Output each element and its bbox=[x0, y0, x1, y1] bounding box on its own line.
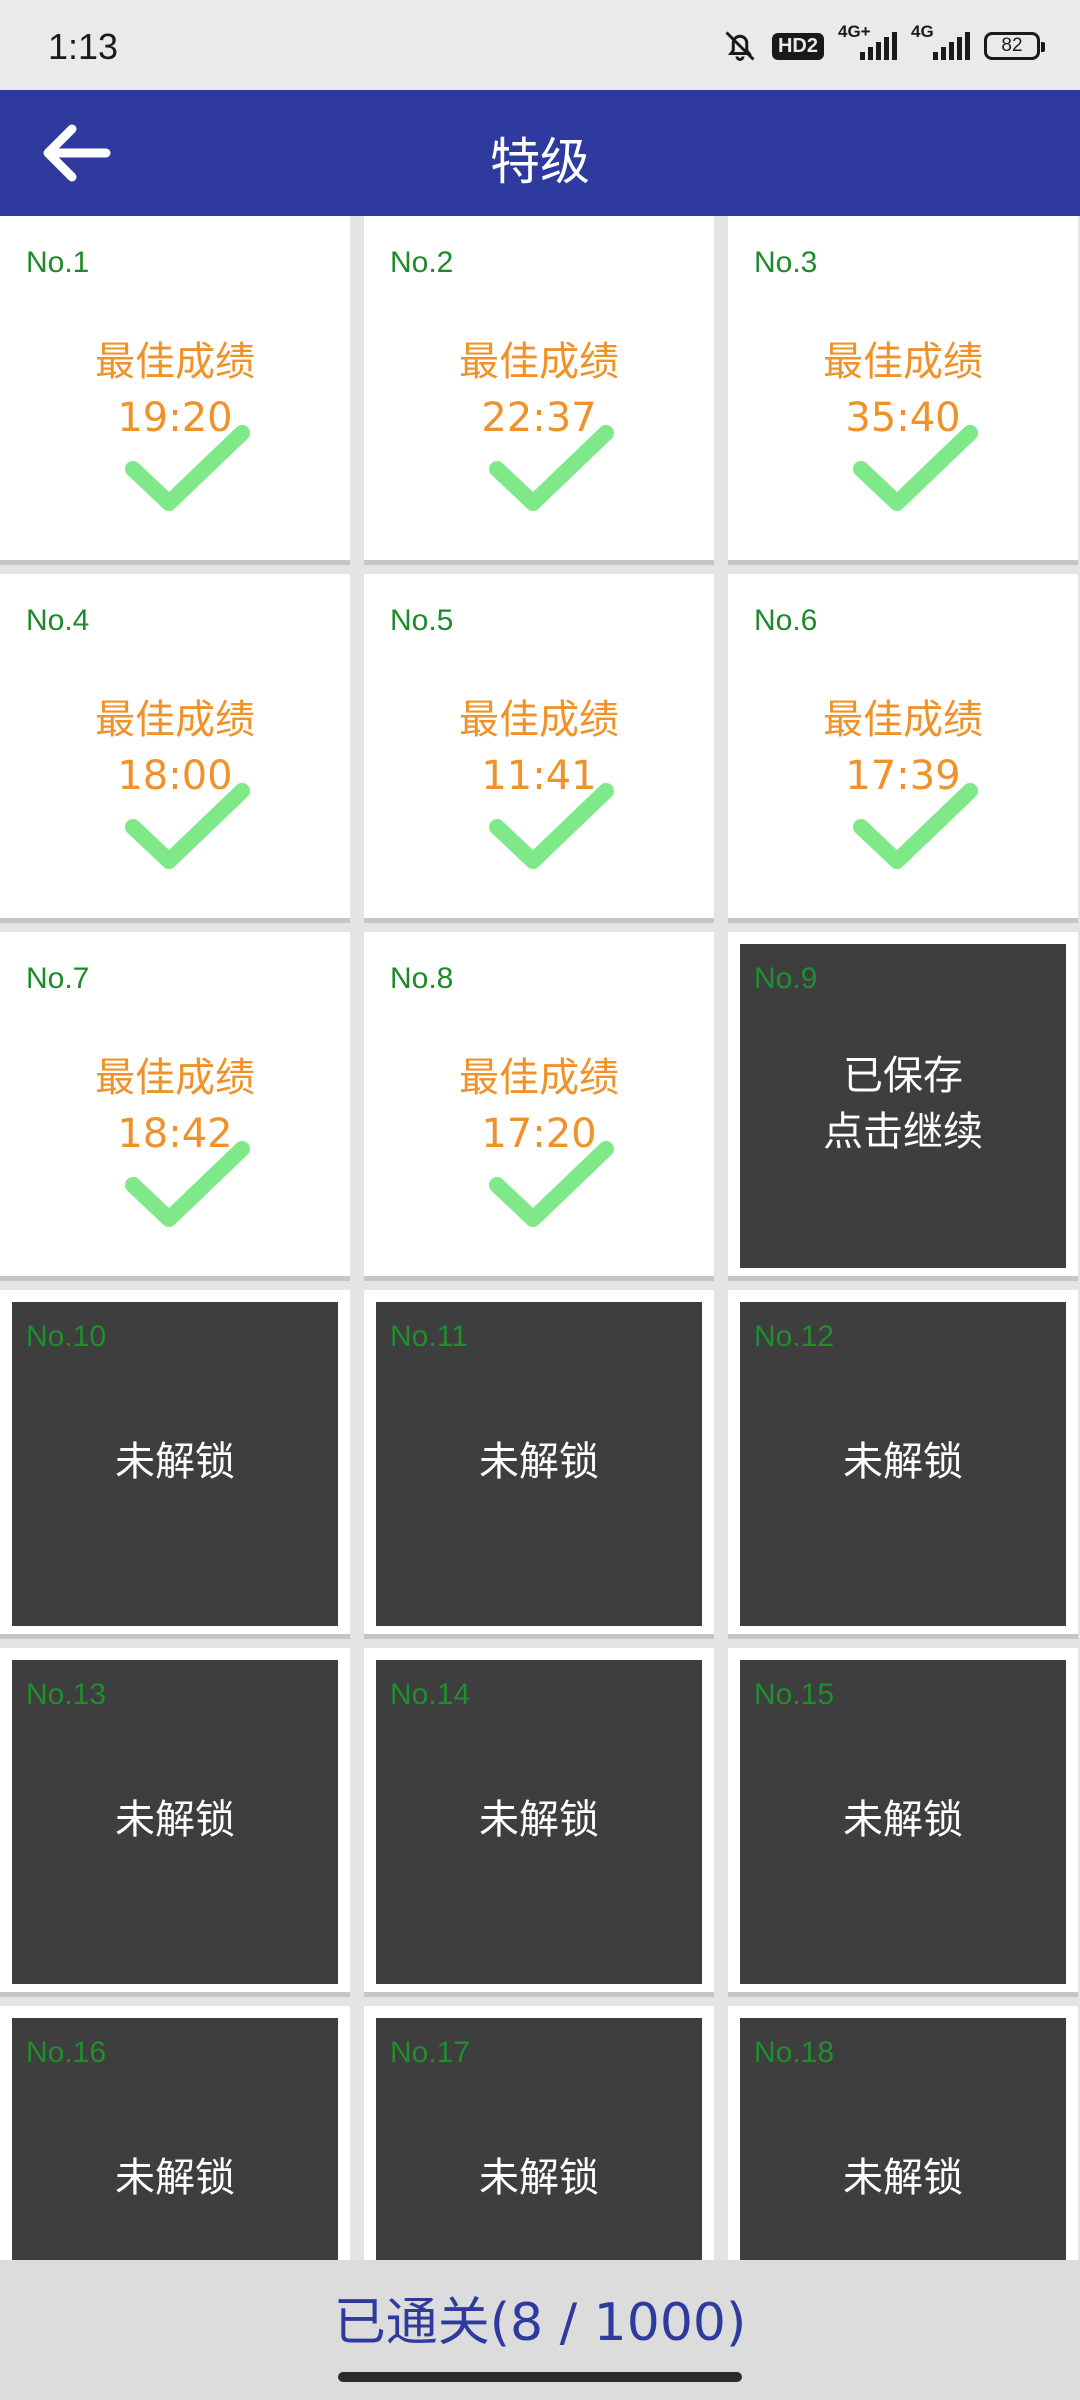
level-card[interactable]: No.3 最佳成绩 35:40 bbox=[728, 216, 1078, 560]
best-score: 最佳成绩 22:37 bbox=[364, 334, 714, 446]
signal-icon: 4G bbox=[911, 22, 970, 60]
battery-icon: 82 bbox=[984, 32, 1045, 60]
level-card[interactable]: No.2 最佳成绩 22:37 bbox=[364, 216, 714, 560]
best-score: 最佳成绩 35:40 bbox=[728, 334, 1078, 446]
level-card-locked[interactable]: No.13 未解锁 bbox=[0, 1648, 350, 1992]
locked-label: 未解锁 bbox=[115, 2155, 235, 2201]
level-number: No.6 bbox=[754, 604, 818, 637]
best-score-time: 18:42 bbox=[117, 1111, 233, 1157]
best-score-label: 最佳成绩 bbox=[95, 697, 255, 743]
app-bar: 特级 bbox=[0, 90, 1080, 216]
best-score-time: 17:20 bbox=[481, 1111, 597, 1157]
locked-label: 未解锁 bbox=[843, 1797, 963, 1843]
level-number: No.2 bbox=[390, 246, 454, 279]
level-number: No.12 bbox=[754, 1320, 835, 1353]
level-number: No.13 bbox=[26, 1678, 107, 1711]
level-number: No.9 bbox=[754, 962, 818, 995]
level-number: No.8 bbox=[390, 962, 454, 995]
best-score-time: 22:37 bbox=[481, 395, 597, 441]
hd-badge: HD2 bbox=[771, 32, 824, 60]
level-number: No.18 bbox=[754, 2036, 835, 2069]
level-number: No.1 bbox=[26, 246, 90, 279]
level-card-locked[interactable]: No.10 未解锁 bbox=[0, 1290, 350, 1634]
level-number: No.10 bbox=[26, 1320, 107, 1353]
best-score-time: 18:00 bbox=[117, 753, 233, 799]
best-score: 最佳成绩 19:20 bbox=[0, 334, 350, 446]
level-number: No.15 bbox=[754, 1678, 835, 1711]
signal-icon: 4G+ bbox=[838, 22, 897, 60]
best-score: 最佳成绩 18:00 bbox=[0, 692, 350, 804]
level-card[interactable]: No.7 最佳成绩 18:42 bbox=[0, 932, 350, 1276]
locked-label: 未解锁 bbox=[115, 1797, 235, 1843]
locked-label: 未解锁 bbox=[115, 1439, 235, 1485]
best-score: 最佳成绩 17:39 bbox=[728, 692, 1078, 804]
best-score-label: 最佳成绩 bbox=[95, 1055, 255, 1101]
level-card-locked[interactable]: No.18 未解锁 bbox=[728, 2006, 1078, 2260]
level-number: No.17 bbox=[390, 2036, 471, 2069]
level-card[interactable]: No.8 最佳成绩 17:20 bbox=[364, 932, 714, 1276]
best-score-label: 最佳成绩 bbox=[823, 339, 983, 385]
level-card-locked[interactable]: No.15 未解锁 bbox=[728, 1648, 1078, 1992]
locked-label: 未解锁 bbox=[843, 1439, 963, 1485]
level-card[interactable]: No.1 最佳成绩 19:20 bbox=[0, 216, 350, 560]
level-card-locked[interactable]: No.14 未解锁 bbox=[364, 1648, 714, 1992]
best-score-label: 最佳成绩 bbox=[95, 339, 255, 385]
best-score-label: 最佳成绩 bbox=[823, 697, 983, 743]
saved-message: 已保存 点击继续 bbox=[740, 1048, 1066, 1160]
network-type-label: 4G bbox=[911, 22, 934, 41]
level-card-locked[interactable]: No.11 未解锁 bbox=[364, 1290, 714, 1634]
cleared-count: 已通关(8 / 1000) bbox=[333, 2293, 747, 2353]
locked-label: 未解锁 bbox=[479, 2155, 599, 2201]
level-number: No.3 bbox=[754, 246, 818, 279]
level-card-locked[interactable]: No.17 未解锁 bbox=[364, 2006, 714, 2260]
level-card-locked[interactable]: No.16 未解锁 bbox=[0, 2006, 350, 2260]
best-score-time: 17:39 bbox=[845, 753, 961, 799]
level-card[interactable]: No.5 最佳成绩 11:41 bbox=[364, 574, 714, 918]
best-score-time: 11:41 bbox=[481, 753, 597, 799]
status-time: 1:13 bbox=[48, 26, 119, 67]
footer-bar: 已通关(8 / 1000) bbox=[0, 2260, 1080, 2400]
best-score: 最佳成绩 17:20 bbox=[364, 1050, 714, 1162]
home-indicator[interactable] bbox=[338, 2372, 742, 2382]
level-card-saved[interactable]: No.9 已保存 点击继续 bbox=[728, 932, 1078, 1276]
best-score-time: 35:40 bbox=[845, 395, 961, 441]
saved-label: 已保存 bbox=[843, 1053, 963, 1099]
locked-label: 未解锁 bbox=[479, 1797, 599, 1843]
best-score: 最佳成绩 11:41 bbox=[364, 692, 714, 804]
level-number: No.7 bbox=[26, 962, 90, 995]
level-number: No.4 bbox=[26, 604, 90, 637]
level-number: No.14 bbox=[390, 1678, 471, 1711]
best-score-label: 最佳成绩 bbox=[459, 339, 619, 385]
best-score-label: 最佳成绩 bbox=[459, 697, 619, 743]
best-score-label: 最佳成绩 bbox=[459, 1055, 619, 1101]
locked-label: 未解锁 bbox=[843, 2155, 963, 2201]
level-number: No.11 bbox=[390, 1320, 468, 1353]
status-icons: HD2 4G+ 4G 82 bbox=[722, 22, 1045, 66]
level-card-locked[interactable]: No.12 未解锁 bbox=[728, 1290, 1078, 1634]
best-score: 最佳成绩 18:42 bbox=[0, 1050, 350, 1162]
level-number: No.5 bbox=[390, 604, 454, 637]
bell-off-icon bbox=[725, 31, 755, 61]
level-card[interactable]: No.6 最佳成绩 17:39 bbox=[728, 574, 1078, 918]
level-number: No.16 bbox=[26, 2036, 107, 2069]
locked-label: 未解锁 bbox=[479, 1439, 599, 1485]
page-title: 特级 bbox=[490, 133, 590, 191]
continue-label: 点击继续 bbox=[823, 1109, 983, 1155]
status-bar: 1:13 HD2 4G+ 4G 82 bbox=[0, 0, 1080, 90]
level-card[interactable]: No.4 最佳成绩 18:00 bbox=[0, 574, 350, 918]
level-grid: No.1 最佳成绩 19:20 No.2 最佳成绩 22:37 No.3 最佳成… bbox=[0, 216, 1080, 2260]
best-score-time: 19:20 bbox=[117, 395, 233, 441]
network-type-label: 4G+ bbox=[838, 22, 871, 41]
